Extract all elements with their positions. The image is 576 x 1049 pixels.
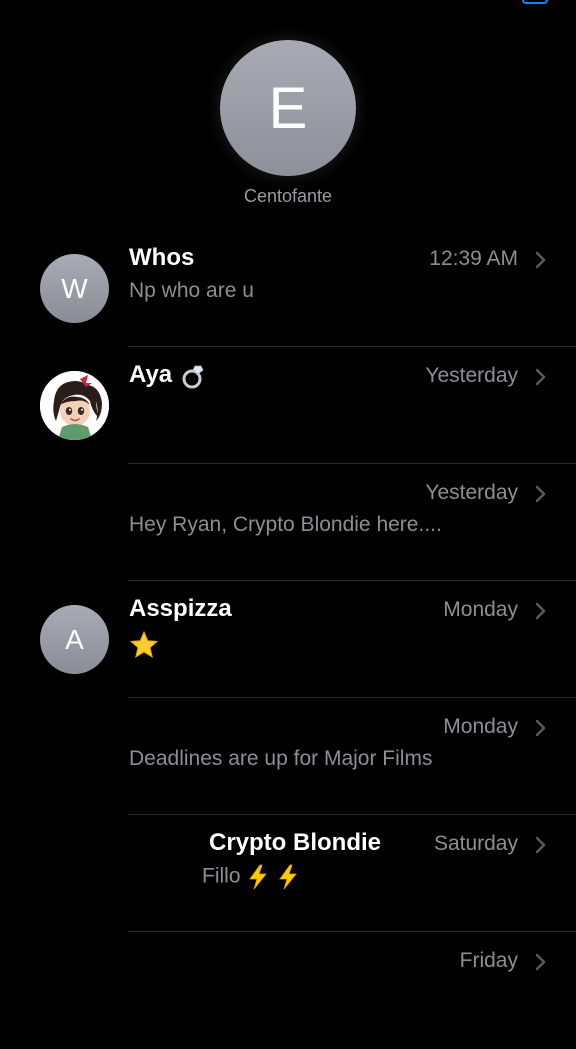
chevron-right-icon — [535, 953, 546, 971]
contact-name: Asspizza — [129, 595, 232, 622]
avatar-initial: W — [61, 272, 88, 304]
ring-icon — [182, 365, 204, 389]
conversation-row[interactable]: Deadlines are up for Major Films Monday — [0, 698, 576, 815]
timestamp: Monday — [443, 598, 518, 621]
message-preview-text: Fillo — [202, 864, 241, 888]
conversation-row[interactable]: Aya Yesterday — [0, 347, 576, 464]
chevron-right-icon — [535, 485, 546, 503]
message-preview: Hey Ryan, Crypto Blondie here.... — [129, 513, 442, 536]
compose-icon[interactable] — [522, 0, 548, 4]
chevron-right-icon — [535, 368, 546, 386]
avatar-initial: A — [65, 623, 84, 655]
timestamp: Monday — [443, 715, 518, 738]
message-preview: Np who are u — [129, 279, 254, 302]
conversation-row[interactable]: W Whos Np who are u 12:39 AM — [0, 230, 576, 347]
star-icon — [129, 630, 159, 659]
contact-name: Crypto Blondie — [209, 829, 381, 856]
message-preview: Fillo — [202, 864, 300, 890]
timestamp: Saturday — [433, 832, 518, 855]
lightning-icon — [249, 864, 268, 890]
lightning-icon — [279, 864, 298, 890]
timestamp: Yesterday — [425, 364, 518, 387]
pinned-avatar[interactable]: E — [220, 40, 356, 176]
contact-name: Whos — [129, 244, 195, 271]
conversation-list: W Whos Np who are u 12:39 AM Aya Yesterd… — [0, 230, 576, 1049]
avatar: W — [40, 254, 109, 323]
conversation-row[interactable]: Friday — [0, 932, 576, 1049]
conversation-row[interactable]: A Asspizza Monday — [0, 581, 576, 698]
chevron-right-icon — [535, 836, 546, 854]
timestamp: Yesterday — [425, 481, 518, 504]
timestamp: Friday — [459, 949, 518, 972]
chevron-right-icon — [535, 602, 546, 620]
conversation-row[interactable]: Hey Ryan, Crypto Blondie here.... Yester… — [0, 464, 576, 581]
pinned-conversation[interactable]: E Centofante — [0, 38, 576, 218]
message-preview: Deadlines are up for Major Films — [129, 747, 433, 770]
pinned-avatar-initial: E — [268, 75, 308, 141]
timestamp: 12:39 AM — [429, 247, 518, 270]
avatar: A — [40, 605, 109, 674]
chevron-right-icon — [535, 719, 546, 737]
cartoon-girl-avatar-icon — [40, 371, 109, 440]
chevron-right-icon — [535, 251, 546, 269]
avatar — [40, 371, 109, 440]
contact-name: Aya — [129, 361, 207, 390]
message-preview — [129, 630, 159, 660]
contact-name-text: Aya — [129, 361, 173, 388]
conversation-row[interactable]: Crypto Blondie Fillo Saturday — [0, 815, 576, 932]
pinned-contact-name: Centofante — [243, 186, 333, 206]
